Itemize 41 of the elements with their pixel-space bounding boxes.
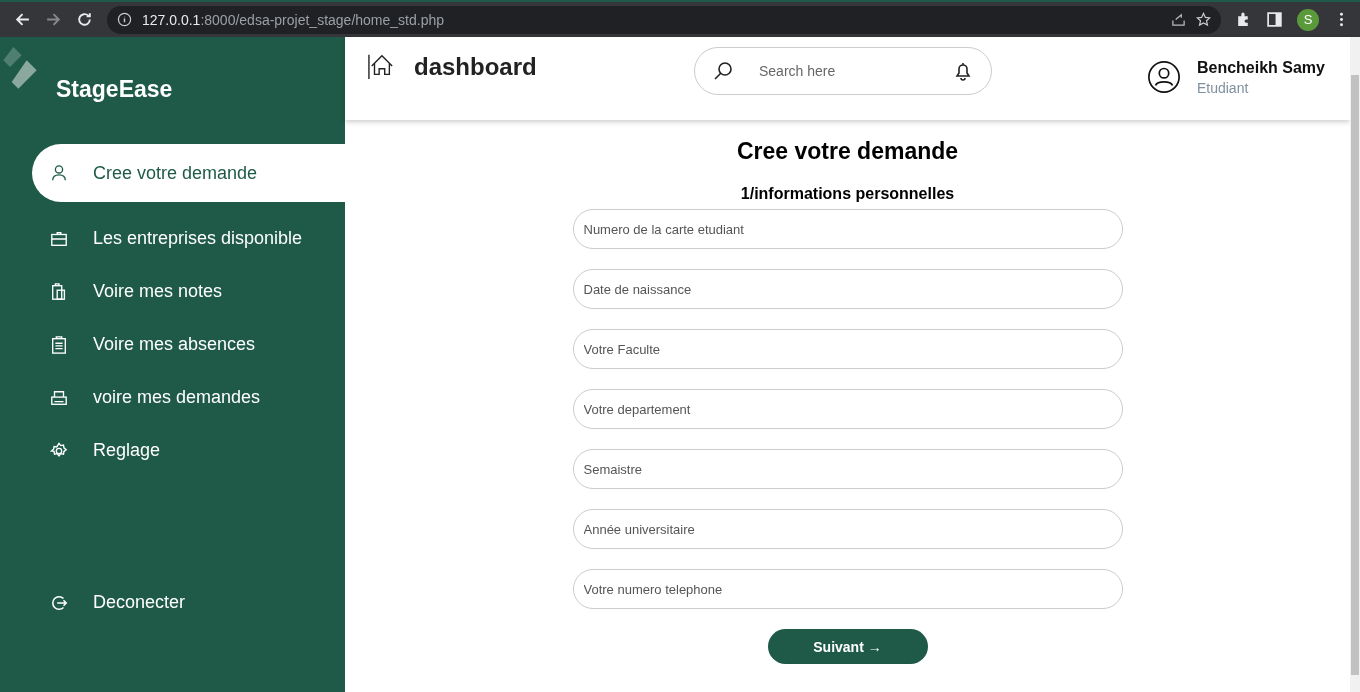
star-icon[interactable] [1196,12,1211,27]
reload-icon[interactable] [76,11,93,28]
input-field[interactable]: Votre Faculte [572,329,1123,369]
sidepanel-icon[interactable] [1266,11,1283,28]
input-field[interactable]: Date de naissance [572,269,1123,309]
sidebar-item[interactable]: Reglage [32,424,345,477]
input-field[interactable]: Votre departement [572,389,1123,429]
logout-item[interactable]: Deconecter [32,576,345,629]
share-icon[interactable] [1171,12,1186,27]
back-icon[interactable] [14,11,31,28]
info-icon [117,12,132,27]
section-title: 1/informations personnelles [740,185,955,203]
printer-icon [50,388,68,407]
brand-name: StageEase [56,76,173,103]
form-title: Cree votre demande [736,138,959,165]
input-field[interactable]: Numero de la carte etudiant [572,209,1123,249]
scrollbar[interactable] [1350,37,1360,692]
sidebar-item[interactable]: Les entreprises disponible [32,212,345,265]
sidebar-item[interactable]: voire mes demandes [32,371,345,424]
url-text: 127.0.0.1:8000/edsa-projet_stage/home_std.php [142,11,444,28]
user-avatar-icon[interactable] [1146,60,1181,94]
user-name: Bencheikh Samy [1196,58,1325,77]
sidebar-item[interactable]: Voire mes absences [32,318,345,371]
address-bar[interactable]: 127.0.0.1:8000/edsa-projet_stage/home_std.php [107,5,1221,34]
sidebar-item[interactable]: Cree votre demande [32,144,345,202]
bell-icon[interactable] [953,61,973,81]
page-title: dashboard [414,53,537,81]
next-button[interactable]: Suivant → [767,629,928,664]
input-field[interactable]: Votre numero telephone [572,569,1123,609]
user-role: Etudiant [1196,79,1250,96]
user-icon [50,164,68,182]
sidebar-item[interactable]: Voire mes notes [32,265,345,318]
forward-icon[interactable] [45,11,62,28]
logout-icon [50,593,68,612]
input-field[interactable]: Année universitaire [572,509,1123,549]
home-icon[interactable] [368,53,394,79]
input-field[interactable]: Semaistre [572,449,1123,489]
clipboard-icon [50,282,68,301]
search-icon [713,61,733,81]
briefcase-icon [50,229,68,248]
list-icon [50,335,68,354]
